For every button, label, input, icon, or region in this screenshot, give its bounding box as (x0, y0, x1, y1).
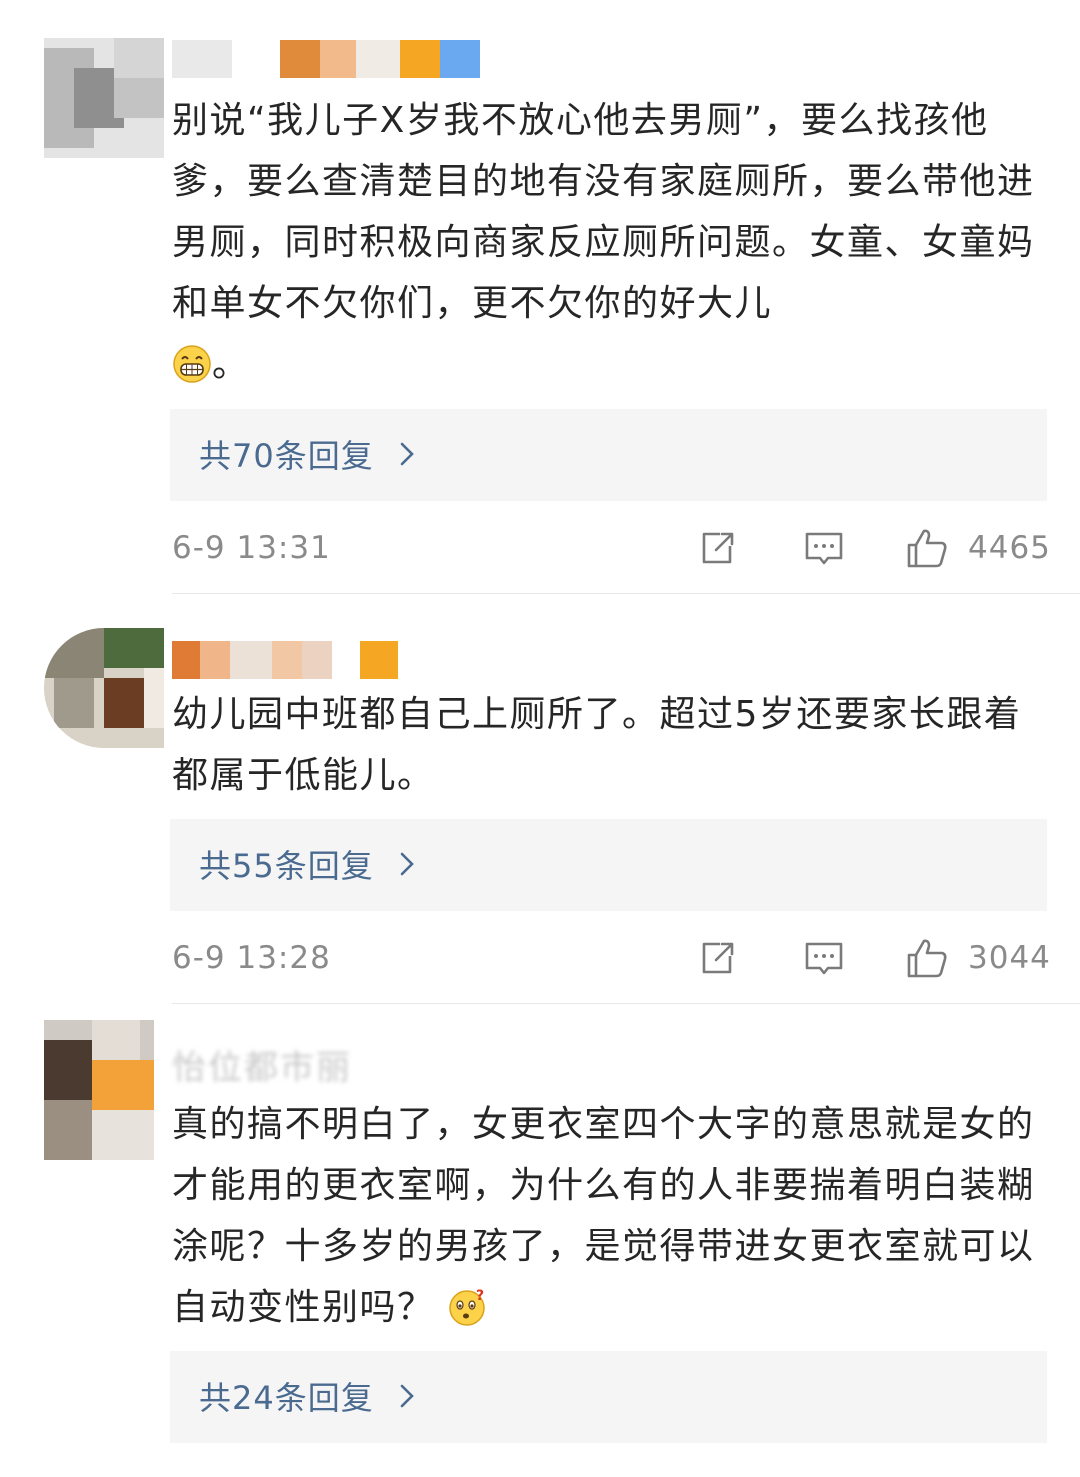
comment-text-main: 真的搞不明白了，女更衣室四个大字的意思就是女的才能用的更衣室啊，为什么有的人非要… (172, 1104, 1035, 1328)
comment-text-tail: 。 (212, 344, 250, 385)
comment-text: 别说“我儿子X岁我不放心他去男厕”，要么找孩他爹，要么查清楚目的地有没有家庭厕所… (172, 90, 1052, 395)
comment-meta: 6-9 13:28 3044 (172, 936, 1051, 986)
replies-expander[interactable]: 共55条回复 (170, 819, 1047, 911)
comment-text: 真的搞不明白了，女更衣室四个大字的意思就是女的才能用的更衣室啊，为什么有的人非要… (172, 1094, 1052, 1338)
chevron-right-icon (400, 852, 414, 876)
author-name[interactable]: 怡位都市丽 (172, 1040, 352, 1089)
comment-text-main: 别说“我儿子X岁我不放心他去男厕”，要么找孩他爹，要么查清楚目的地有没有家庭厕所… (172, 100, 1035, 324)
timestamp: 6-9 13:28 (172, 940, 331, 976)
replies-expander[interactable]: 共70条回复 (170, 409, 1047, 501)
author-name[interactable] (172, 641, 412, 683)
chevron-right-icon (400, 1384, 414, 1408)
thumbs-up-icon[interactable] (905, 936, 949, 980)
divider (172, 593, 1080, 594)
replies-count: 共70条回复 (199, 437, 374, 475)
chevron-right-icon (400, 442, 414, 466)
comment-meta: 6-9 13:31 4465 (172, 526, 1051, 576)
comment-text-main: 幼儿园中班都自己上厕所了。超过5岁还要家长跟着都属于低能儿。 (172, 694, 1022, 796)
divider (172, 1003, 1080, 1004)
thumbs-up-icon[interactable] (905, 526, 949, 570)
avatar[interactable] (44, 1020, 154, 1160)
like-count: 4465 (968, 530, 1051, 566)
like-count: 3044 (968, 940, 1051, 976)
comment-text: 幼儿园中班都自己上厕所了。超过5岁还要家长跟着都属于低能儿。 (172, 684, 1052, 806)
replies-count: 共24条回复 (199, 1379, 374, 1417)
grinning-face-emoji (173, 345, 211, 383)
svg-text:?: ? (476, 1288, 486, 1304)
comment-icon[interactable] (802, 936, 846, 980)
timestamp: 6-9 13:31 (172, 530, 331, 566)
share-icon[interactable] (696, 936, 740, 980)
author-name[interactable] (172, 40, 492, 82)
confused-face-emoji: ? (449, 1288, 486, 1326)
replies-count: 共55条回复 (199, 847, 374, 885)
comment-icon[interactable] (802, 526, 846, 570)
avatar[interactable] (44, 38, 164, 158)
share-icon[interactable] (696, 526, 740, 570)
replies-expander[interactable]: 共24条回复 (170, 1351, 1047, 1443)
avatar[interactable] (44, 628, 164, 748)
